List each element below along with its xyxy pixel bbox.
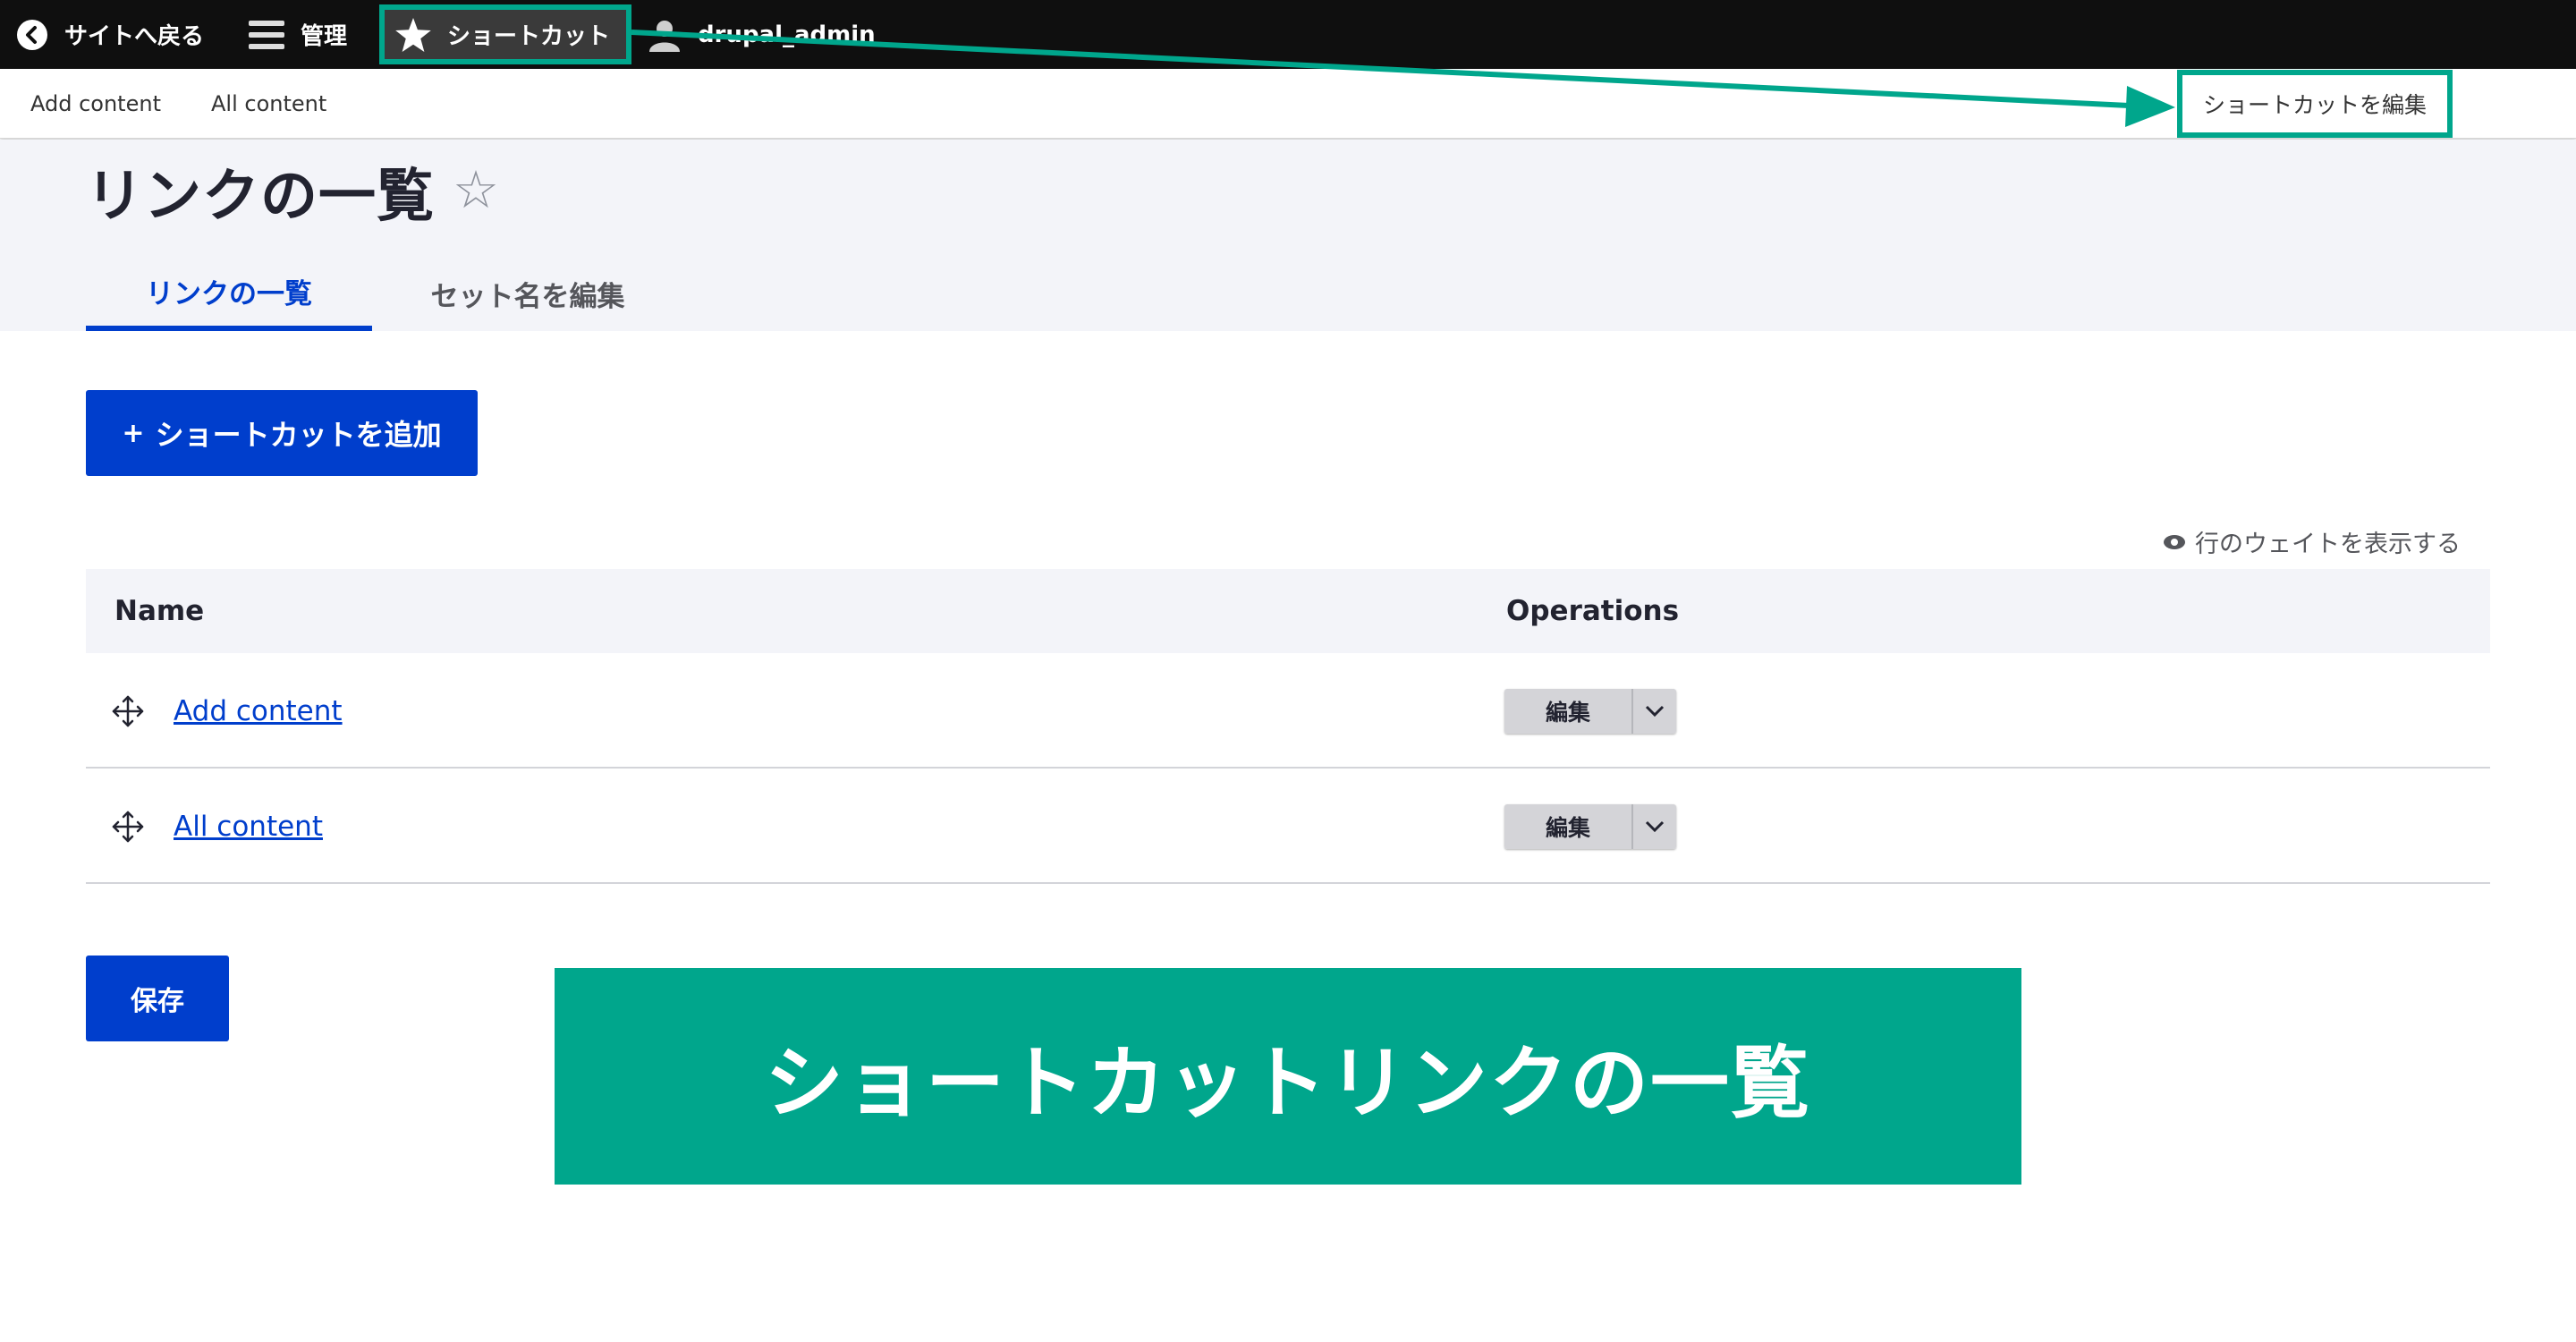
plus-icon: + [122, 417, 145, 449]
shortcuts-table: Name Operations Add content 編集 All conte… [86, 569, 2490, 884]
page-header: リンクの一覧 ☆ リンクの一覧 セット名を編集 [0, 140, 2576, 331]
user-icon [648, 18, 682, 52]
table-row: All content 編集 [86, 769, 2490, 884]
save-button[interactable]: 保存 [86, 956, 229, 1041]
admin-toolbar: サイトへ戻る 管理 ショートカット drupal_admin [0, 0, 2576, 69]
drag-handle-icon[interactable] [111, 810, 145, 844]
chevron-down-icon [1645, 705, 1665, 718]
dropbutton-toggle[interactable] [1633, 689, 1676, 734]
hamburger-icon [249, 19, 284, 51]
table-header: Name Operations [86, 569, 2490, 653]
user-name: drupal_admin [698, 21, 876, 48]
caption-banner: ショートカットリンクの一覧 [555, 968, 2021, 1185]
eye-icon [2163, 534, 2186, 550]
column-header-operations: Operations [1506, 595, 1680, 627]
shortcuts-menu[interactable]: ショートカット [379, 4, 631, 64]
show-row-weights-toggle[interactable]: 行のウェイトを表示する [2163, 524, 2461, 559]
user-menu[interactable]: drupal_admin [648, 0, 876, 69]
chevron-down-icon [1645, 820, 1665, 833]
edit-shortcuts-link[interactable]: ショートカットを編集 [2177, 70, 2453, 138]
edit-button[interactable]: 編集 [1504, 804, 1633, 849]
operations-dropbutton: 編集 [1504, 689, 1676, 734]
page-title: リンクの一覧 [86, 164, 435, 230]
back-to-site-link[interactable]: サイトへ戻る [16, 0, 204, 69]
tab-edit-set-name[interactable]: セット名を編集 [394, 256, 662, 331]
dropbutton-toggle[interactable] [1633, 804, 1676, 849]
manage-menu[interactable]: 管理 [249, 0, 347, 69]
add-shortcut-button[interactable]: + ショートカットを追加 [86, 390, 478, 476]
add-to-shortcuts-star-icon[interactable]: ☆ [453, 159, 499, 220]
star-icon [395, 17, 431, 52]
back-to-site-label: サイトへ戻る [64, 23, 205, 50]
table-row: Add content 編集 [86, 653, 2490, 769]
shortcut-link[interactable]: Add content [174, 653, 343, 769]
drag-handle-icon[interactable] [111, 694, 145, 728]
tray-link-all-content[interactable]: All content [211, 69, 326, 139]
tray-link-add-content[interactable]: Add content [30, 69, 161, 139]
manage-label: 管理 [301, 23, 348, 50]
shortcut-link[interactable]: All content [174, 769, 323, 884]
operations-dropbutton: 編集 [1504, 804, 1676, 849]
add-shortcut-label: ショートカットを追加 [155, 418, 442, 452]
show-row-weights-label: 行のウェイトを表示する [2195, 531, 2461, 558]
column-header-name: Name [114, 595, 205, 627]
tab-link-list[interactable]: リンクの一覧 [86, 256, 372, 331]
edit-button[interactable]: 編集 [1504, 689, 1633, 734]
chevron-left-circle-icon [16, 19, 48, 51]
shortcuts-label: ショートカット [447, 23, 611, 50]
